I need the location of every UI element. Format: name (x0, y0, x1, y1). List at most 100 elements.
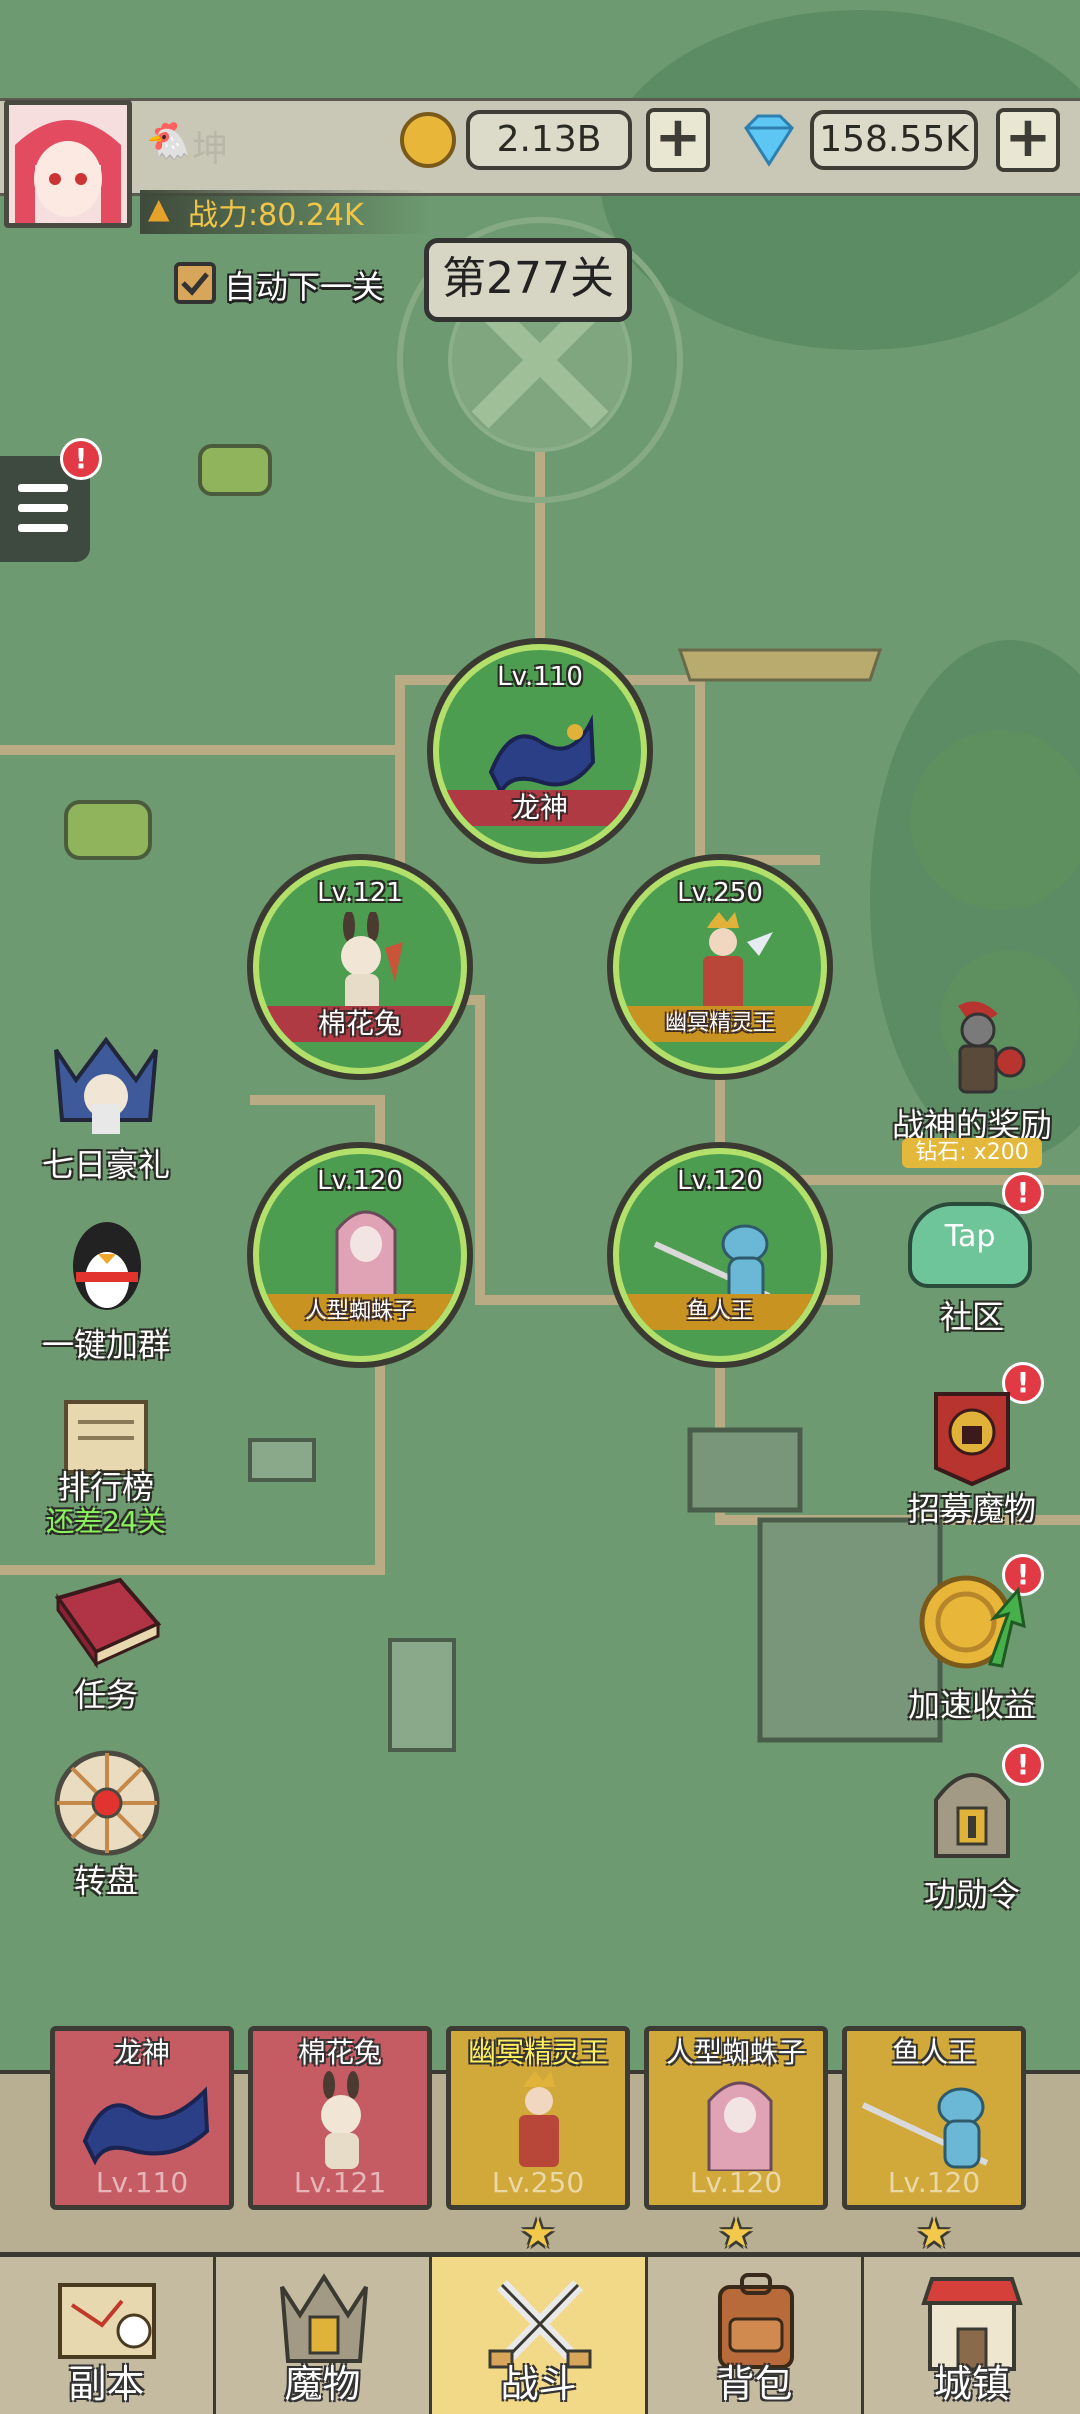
team-card-name: 鱼人王 (891, 2036, 976, 2069)
speed-up-income-label: 加速收益 (907, 1686, 1036, 1724)
spartan-warrior-icon (958, 1001, 1026, 1094)
formation-slot-1[interactable]: Lv.110 龙神 (433, 644, 647, 858)
auto-next-checkbox[interactable] (174, 262, 216, 304)
team-card-level: Lv.120 (689, 2166, 783, 2199)
tap-logo-icon: Tap (908, 1202, 1032, 1288)
tasks-label: 任务 (73, 1676, 138, 1714)
stage-number: 第277关 (424, 238, 632, 322)
player-avatar[interactable] (4, 100, 132, 228)
add-gold-button[interactable]: + (646, 108, 710, 172)
nav-bag[interactable]: 背包 (648, 2257, 864, 2414)
nav-battle[interactable]: 战斗 (432, 2257, 648, 2414)
chicken-icon: 🐔 (146, 121, 191, 162)
gold-coin-icon (400, 112, 456, 168)
star-icon: ★ (718, 2211, 754, 2257)
menu-icon (18, 484, 68, 492)
merit-order-label: 功勋令 (923, 1876, 1020, 1914)
recruit-banner-icon (934, 1392, 1010, 1487)
formation-slot-2[interactable]: Lv.121 棉花兔 (253, 860, 467, 1074)
monster-name: 人型蜘蛛子 (259, 1294, 461, 1330)
formation-slot-4[interactable]: Lv.120 人型蜘蛛子 (253, 1148, 467, 1362)
nav-town[interactable]: 城镇 (864, 2257, 1080, 2414)
menu-icon-line (18, 504, 68, 512)
nav-monsters-label: 魔物 (284, 2362, 361, 2406)
dragon-god-icon (82, 2086, 210, 2166)
recruit-button[interactable]: 招募魔物 (866, 1388, 1078, 1538)
map-scroll-icon (58, 2283, 156, 2359)
star-icon: ★ (916, 2211, 952, 2257)
fishman-king-icon (861, 2087, 989, 2169)
war-god-reward-amount: 钻石: x200 (902, 1138, 1042, 1168)
avatar-portrait-icon (9, 105, 127, 223)
join-group-label: 一键加群 (41, 1326, 170, 1364)
gold-amount: 2.13B (466, 110, 632, 170)
nav-dungeon[interactable]: 副本 (0, 2257, 216, 2414)
recruit-label: 招募魔物 (907, 1490, 1036, 1528)
star-icon: ★ (520, 2211, 556, 2257)
spider-girl-icon (707, 2081, 773, 2171)
monster-level: Lv.120 (317, 1166, 403, 1196)
menu-icon-line (18, 524, 68, 532)
team-card-level: Lv.250 (491, 2166, 585, 2199)
add-diamond-button[interactable]: + (996, 108, 1060, 172)
seven-day-gift-label: 七日豪礼 (41, 1146, 170, 1184)
seven-day-gift-button[interactable]: 七日豪礼 (6, 1030, 206, 1184)
monster-name: 幽冥精灵王 (619, 1006, 821, 1042)
monster-level: Lv.120 (677, 1166, 763, 1196)
team-card-level: Lv.121 (293, 2166, 387, 2199)
nav-battle-label: 战斗 (500, 2362, 577, 2406)
nav-monsters[interactable]: 魔物 (216, 2257, 432, 2414)
helmet-icon (934, 1773, 1010, 1858)
game-screen: 🐔 坤 ▲ 战力:80.24K 2.13B + 158.55K + 自动下一关 … (0, 0, 1080, 2414)
team-card-name: 棉花兔 (297, 2036, 382, 2069)
ranking-remaining: 还差24关 (46, 1505, 166, 1538)
monster-level: Lv.250 (677, 878, 763, 908)
merit-order-button[interactable]: 功勋令 (866, 1760, 1078, 1914)
join-group-button[interactable]: 一键加群 (6, 1210, 206, 1364)
diamond-icon (744, 114, 794, 167)
ranking-button[interactable]: 排行榜 还差24关 (6, 1390, 206, 1540)
monster-level: Lv.110 (497, 662, 583, 692)
team-card-name: 龙神 (113, 2036, 170, 2069)
team-card-level: Lv.120 (887, 2166, 981, 2199)
war-god-reward-button[interactable]: 战神的奖励 钻石: x200 (866, 1000, 1078, 1170)
team-card-2[interactable]: 棉花兔 Lv.121 (248, 2026, 432, 2210)
dragon-god-icon (488, 714, 596, 797)
cotton-rabbit-icon (321, 2071, 361, 2169)
menu-alert-badge: ! (60, 438, 102, 480)
team-card-name: 人型蜘蛛子 (665, 2036, 806, 2069)
community-label: 社区 (939, 1298, 1004, 1336)
team-card-4[interactable]: 人型蜘蛛子 Lv.120 (644, 2026, 828, 2210)
spin-wheel-icon (54, 1750, 160, 1856)
check-icon (181, 272, 209, 296)
team-card-1[interactable]: 龙神 Lv.110 (50, 2026, 234, 2210)
team-card-3[interactable]: 幽冥精灵王 Lv.250 (446, 2026, 630, 2210)
speed-up-income-button[interactable]: 加速收益 (866, 1570, 1078, 1724)
coin-arrow-icon (919, 1575, 1026, 1669)
power-icon: ▲ (148, 192, 170, 225)
team-card-name: 幽冥精灵王 (467, 2036, 608, 2069)
formation-slot-3[interactable]: Lv.250 幽冥精灵王 (613, 860, 827, 1074)
monster-name: 鱼人王 (619, 1294, 821, 1330)
wheel-label: 转盘 (73, 1862, 138, 1900)
monster-level: Lv.121 (317, 878, 403, 908)
nav-town-label: 城镇 (933, 2362, 1010, 2406)
knight-helmet-icon (54, 1036, 158, 1134)
power-value: 战力:80.24K (188, 198, 364, 233)
wheel-button[interactable]: 转盘 (6, 1748, 206, 1900)
auto-next-label: 自动下一关 (224, 268, 385, 306)
nav-bag-label: 背包 (716, 2362, 793, 2406)
team-card-level: Lv.110 (95, 2166, 189, 2199)
formation-slot-5[interactable]: Lv.120 鱼人王 (613, 1148, 827, 1362)
monster-name: 棉花兔 (259, 1006, 461, 1042)
diamond-amount: 158.55K (810, 110, 978, 170)
community-button[interactable]: Tap 社区 (866, 1196, 1078, 1346)
player-name: 坤 (192, 129, 229, 170)
tasks-button[interactable]: 任务 (6, 1570, 206, 1720)
nav-dungeon-label: 副本 (68, 2362, 145, 2406)
penguin-icon (73, 1222, 141, 1310)
book-icon (54, 1577, 162, 1669)
team-card-5[interactable]: 鱼人王 Lv.120 (842, 2026, 1026, 2210)
monster-name: 龙神 (439, 790, 641, 826)
underworld-elf-king-icon (519, 2071, 559, 2167)
